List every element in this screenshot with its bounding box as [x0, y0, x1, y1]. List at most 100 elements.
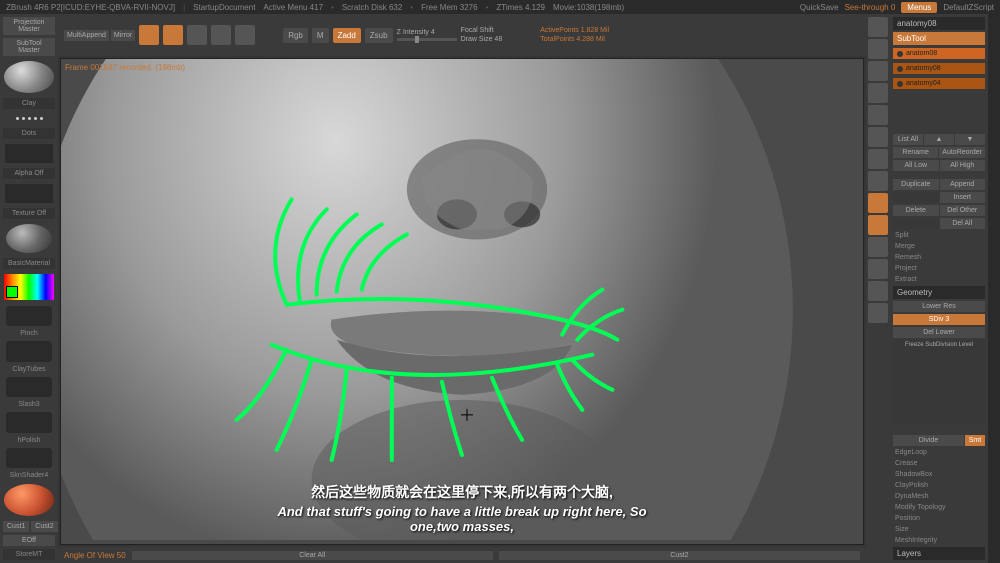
list-all-button[interactable]: List All	[893, 134, 923, 145]
right-icon-strip	[866, 14, 890, 563]
brush-slash3[interactable]	[6, 377, 52, 397]
claypolish-label[interactable]: ClayPolish	[893, 481, 985, 490]
edit-icon[interactable]	[868, 303, 888, 323]
subtool-panel-header[interactable]: SubTool	[893, 32, 985, 45]
top-toolbar: MultiAppend Mirror Rgb M Zadd Zsub Z Int…	[58, 14, 866, 56]
up-arrow-icon[interactable]: ▲	[924, 134, 954, 145]
extract-label[interactable]: Extract	[893, 275, 985, 284]
brush-sshader[interactable]	[6, 448, 52, 468]
move-icon[interactable]	[868, 61, 888, 81]
modify-topology-label[interactable]: Modify Topology	[893, 503, 985, 512]
subtool-item-0[interactable]: anatom08	[893, 48, 985, 59]
viewport-3d[interactable]: Frame 001847 recorded. (198mb)	[60, 58, 864, 545]
toolbar-icon-2[interactable]	[163, 25, 183, 45]
shadowbox-label[interactable]: ShadowBox	[893, 470, 985, 479]
position-label[interactable]: Position	[893, 514, 985, 523]
auto-reorder-button[interactable]: AutoReorder	[939, 147, 985, 158]
all-low-button[interactable]: All Low	[893, 160, 939, 171]
bpr-icon[interactable]	[868, 17, 888, 37]
persp-icon[interactable]	[868, 149, 888, 169]
toolbar-icon-5[interactable]	[235, 25, 255, 45]
brush-pinch[interactable]	[6, 306, 52, 326]
z-intensity-slider[interactable]	[397, 38, 457, 41]
ghost-icon[interactable]	[868, 281, 888, 301]
rotate-icon[interactable]	[868, 105, 888, 125]
crease-label[interactable]: Crease	[893, 459, 985, 468]
del-other-button[interactable]: Del Other	[940, 205, 986, 216]
subtool-master-button[interactable]: SubTool Master	[3, 38, 55, 56]
brush-hpolish[interactable]	[6, 412, 52, 432]
insert-button[interactable]: Insert	[940, 192, 986, 203]
rgb-button[interactable]: Rgb	[283, 28, 308, 43]
floor-icon[interactable]	[868, 171, 888, 191]
ztime: ZTimes 4.129	[496, 3, 545, 12]
dynamesh-label[interactable]: DynaMesh	[893, 492, 985, 501]
toolbar-icon-4[interactable]	[211, 25, 231, 45]
split-label[interactable]: Split	[893, 231, 985, 240]
lower-res-button[interactable]: Lower Res	[893, 301, 985, 312]
material-sphere[interactable]	[6, 224, 52, 253]
stroke-dots-icon[interactable]	[3, 112, 55, 125]
tool-header[interactable]: anatomy08	[893, 17, 985, 30]
delete-button[interactable]: Delete	[893, 205, 939, 216]
frame-icon[interactable]	[868, 39, 888, 59]
toolbar-icon-1[interactable]	[139, 25, 159, 45]
scale-icon[interactable]	[868, 83, 888, 103]
mirror-button[interactable]: Mirror	[111, 30, 135, 41]
brush-slash3-label: Slash3	[3, 401, 55, 408]
solo-icon[interactable]	[868, 193, 888, 213]
movie-info: Movie:1038(198mb)	[553, 3, 624, 12]
remesh-label[interactable]: Remesh	[893, 253, 985, 262]
smt-button[interactable]: Smt	[965, 435, 985, 446]
color-picker[interactable]	[4, 274, 54, 300]
default-zscript[interactable]: DefaultZScript	[943, 3, 994, 12]
store-mt-button[interactable]: StoreMT	[3, 549, 55, 560]
down-arrow-icon[interactable]: ▼	[955, 134, 985, 145]
scrollbar-gutter[interactable]	[988, 14, 1000, 563]
cust2-button[interactable]: Cust2	[31, 521, 57, 532]
geometry-header[interactable]: Geometry	[893, 286, 985, 299]
clear-all-button[interactable]: Clear All	[132, 551, 493, 560]
divide-button[interactable]: Divide	[893, 435, 964, 446]
cust1-button[interactable]: Cust1	[3, 521, 29, 532]
del-all-button[interactable]: Del All	[940, 218, 986, 229]
duplicate-button[interactable]: Duplicate	[893, 179, 939, 190]
freeze-subdiv-button[interactable]: Freeze SubDivision Level	[893, 340, 985, 425]
see-through-slider[interactable]: See-through 0	[845, 3, 896, 12]
subtool-item-1[interactable]: anatomy08	[893, 63, 985, 74]
polyf-icon[interactable]	[868, 237, 888, 257]
angle-of-view[interactable]: Angle Of View 50	[64, 551, 126, 560]
sdiv-slider[interactable]: SDiv 3	[893, 314, 985, 325]
subtool-item-2[interactable]: anatomy04	[893, 78, 985, 89]
brush-preview-sphere[interactable]	[4, 61, 54, 93]
subtitle-en: And that stuff's going to have a little …	[262, 504, 663, 534]
eoff-button[interactable]: EOff	[3, 535, 55, 546]
rename-button[interactable]: Rename	[893, 147, 938, 158]
toolbar-icon-3[interactable]	[187, 25, 207, 45]
meshintegrity-label[interactable]: MeshIntegrity	[893, 536, 985, 545]
cust2-bottom-button[interactable]: Cust2	[499, 551, 860, 560]
xpose-icon[interactable]	[868, 215, 888, 235]
zsub-button[interactable]: Zsub	[365, 28, 393, 43]
transp-icon[interactable]	[868, 259, 888, 279]
red-material-sphere[interactable]	[4, 484, 54, 516]
m-button[interactable]: M	[312, 28, 329, 43]
alpha-slot[interactable]	[5, 144, 53, 163]
free-mem: Free Mem 3276	[421, 3, 477, 12]
merge-label[interactable]: Merge	[893, 242, 985, 251]
all-high-button[interactable]: All High	[940, 160, 986, 171]
projection-master-button[interactable]: Projection Master	[3, 17, 55, 35]
layers-header[interactable]: Layers	[893, 547, 985, 560]
append-button[interactable]: Append	[940, 179, 986, 190]
local-icon[interactable]	[868, 127, 888, 147]
multiappend-button[interactable]: MultiAppend	[64, 30, 109, 41]
menus-button[interactable]: Menus	[901, 2, 937, 13]
edgeloop-label[interactable]: EdgeLoop	[893, 448, 985, 457]
del-lower-button[interactable]: Del Lower	[893, 327, 985, 338]
zadd-button[interactable]: Zadd	[333, 28, 361, 43]
brush-claytubes[interactable]	[6, 341, 52, 361]
texture-slot[interactable]	[5, 184, 53, 203]
quicksave-button[interactable]: QuickSave	[800, 3, 839, 12]
project-label[interactable]: Project	[893, 264, 985, 273]
size-label[interactable]: Size	[893, 525, 985, 534]
